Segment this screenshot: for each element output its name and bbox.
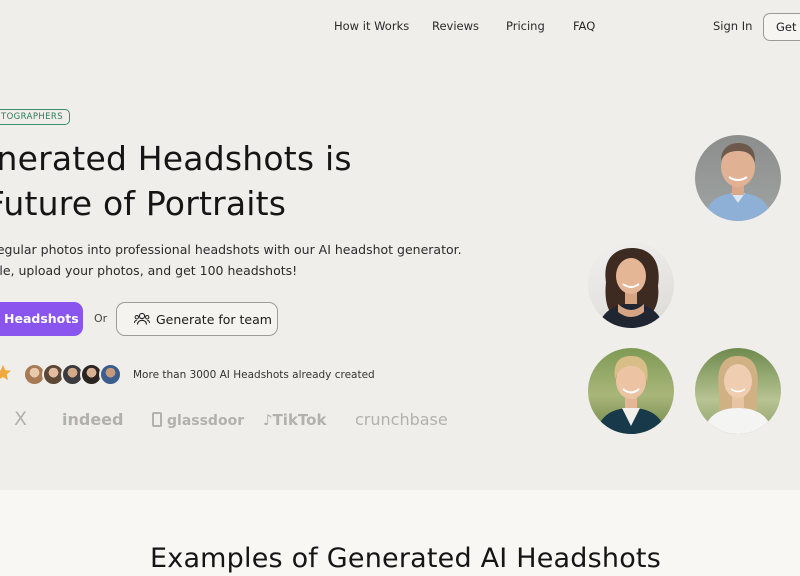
nav-pricing[interactable]: Pricing bbox=[506, 19, 545, 33]
nav-reviews[interactable]: Reviews bbox=[432, 19, 479, 33]
tiktok-text: TikTok bbox=[272, 411, 327, 429]
headshot-woman-brunette bbox=[588, 242, 674, 328]
star-icon bbox=[0, 364, 12, 381]
sign-in-link[interactable]: Sign In bbox=[713, 19, 752, 33]
tiktok-icon: ♪ bbox=[263, 411, 273, 429]
headshot-woman-blonde-blazer bbox=[588, 348, 674, 434]
headshot-woman-white-shirt bbox=[695, 348, 781, 434]
get-headshots-button[interactable]: Headshots bbox=[0, 302, 83, 336]
or-label: Or bbox=[94, 312, 108, 325]
portrait-illustration bbox=[703, 143, 773, 221]
nav-faq[interactable]: FAQ bbox=[573, 19, 595, 33]
indeed-logo: indeed bbox=[62, 410, 124, 429]
tiktok-logo: ♪TikTok bbox=[263, 410, 326, 429]
x-logo: X bbox=[14, 408, 28, 430]
examples-title: Examples of Generated AI Headshots bbox=[150, 543, 661, 574]
avatar bbox=[99, 363, 122, 386]
glassdoor-logo: glassdoor bbox=[152, 410, 244, 429]
hero-subtitle-line1: regular photos into professional headsho… bbox=[0, 242, 462, 257]
team-icon bbox=[134, 312, 150, 325]
photographers-badge: TOGRAPHERS bbox=[0, 109, 71, 125]
hero-headline-line1: enerated Headshots is bbox=[0, 139, 352, 178]
generate-for-team-label: Generate for team bbox=[156, 312, 272, 327]
generate-for-team-button[interactable]: Generate for team bbox=[116, 302, 278, 336]
get-started-button[interactable]: Get Y bbox=[763, 13, 800, 41]
top-nav: How it Works Reviews Pricing FAQ Sign In… bbox=[0, 0, 800, 56]
portrait-illustration bbox=[596, 356, 666, 434]
hero-subtitle-line2: yle, upload your photos, and get 100 hea… bbox=[0, 263, 298, 278]
glassdoor-text: glassdoor bbox=[167, 413, 245, 429]
nav-how-it-works[interactable]: How it Works bbox=[334, 19, 409, 33]
glassdoor-icon bbox=[152, 412, 162, 427]
portrait-illustration bbox=[598, 248, 664, 328]
portrait-illustration bbox=[703, 356, 773, 434]
social-proof-text: More than 3000 AI Headshots already crea… bbox=[133, 369, 375, 381]
headshot-man-gray-suit bbox=[695, 135, 781, 221]
crunchbase-logo: crunchbase bbox=[355, 410, 448, 429]
hero-headline-line2: Future of Portraits bbox=[0, 184, 287, 223]
